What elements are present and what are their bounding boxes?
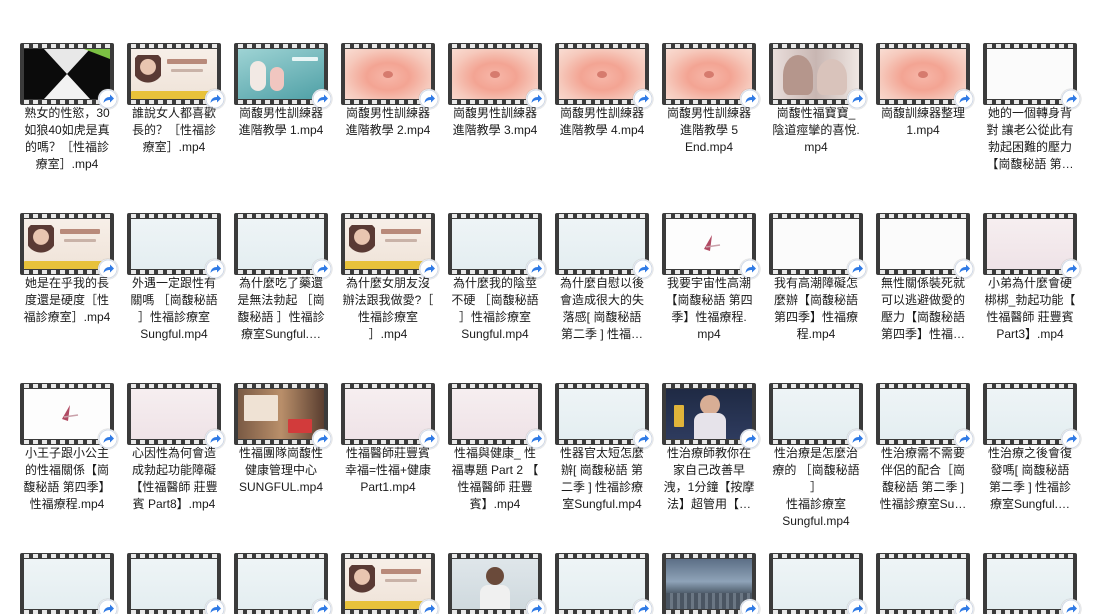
file-name-label: 性器官太短怎麼 辦[ 崗馥秘語 第 二季 ] 性福診療 室Sungful.mp4 — [559, 446, 644, 511]
video-thumbnail[interactable] — [234, 213, 332, 279]
file-name-label: 為什麼自慰以後 會造成很大的失 落感[ 崗馥秘語 第二季 ] 性福… — [559, 276, 644, 341]
file-name-label: 崗馥男性訓練器 進階教學 4.mp4 — [559, 106, 645, 137]
video-thumbnail[interactable] — [769, 383, 867, 449]
shortcut-arrow-icon — [205, 599, 225, 614]
file-name-label: 誰說女人都喜歡 長的？［性福診 療室］.mp4 — [131, 106, 216, 154]
video-thumbnail[interactable] — [662, 553, 760, 614]
file-name-label: 性福醫師莊豐賓 幸福=性福+健康 Part1.mp4 — [344, 446, 432, 494]
video-thumbnail[interactable] — [341, 213, 439, 279]
shortcut-arrow-icon — [633, 599, 653, 614]
file-name-label: 為什麼我的陰莖 不硬 ［崗馥秘語 ］性福診療室 Sungful.mp4 — [451, 276, 539, 341]
shortcut-arrow-icon — [312, 599, 332, 614]
video-thumbnail[interactable] — [234, 553, 332, 614]
video-thumbnail[interactable] — [448, 553, 546, 614]
video-thumbnail[interactable] — [555, 213, 653, 279]
file-name-label: 熟女的性慾，30 如狼40如虎是真 的嗎？［性福診 療室］.mp4 — [24, 106, 110, 171]
video-thumbnail[interactable] — [555, 43, 653, 109]
video-thumbnail[interactable] — [769, 553, 867, 614]
file-name-label: 為什麼女朋友沒 辦法跟我做愛?［ 性福診療室 ］.mp4 — [342, 276, 434, 341]
shortcut-arrow-icon — [1061, 599, 1081, 614]
video-thumbnail[interactable] — [127, 383, 225, 449]
file-name-label: 崗馥男性訓練器 進階教學 2.mp4 — [345, 106, 431, 137]
video-thumbnail[interactable] — [983, 213, 1081, 279]
file-name-label: 崗馥男性訓練器 進階教學 5 End.mp4 — [666, 106, 751, 154]
video-thumbnail[interactable] — [127, 213, 225, 279]
video-thumbnail[interactable] — [983, 553, 1081, 614]
file-name-label: 心因性為何會造 成勃起功能障礙 【性福醫師 莊豐 賓 Part8】.mp4 — [130, 446, 218, 511]
file-name-label: 無性關係裝死就 可以逃避做愛的 壓力【崗馥秘語 第四季】性福… — [880, 276, 965, 341]
file-name-label: 性治療是怎麼治 療的 ［崗馥秘語 ］ 性福診療室 Sungful.mp4 — [772, 446, 860, 528]
video-thumbnail[interactable] — [127, 43, 225, 109]
video-thumbnail[interactable] — [20, 553, 118, 614]
video-thumbnail[interactable] — [769, 213, 867, 279]
video-thumbnail[interactable] — [341, 43, 439, 109]
shortcut-arrow-icon — [954, 599, 974, 614]
shortcut-arrow-icon — [526, 599, 546, 614]
file-name-label: 小王子跟小公主 的性福關係【崗 馥秘語 第四季】 性福療程.mp4 — [23, 446, 111, 511]
file-name-label: 她是在乎我的長 度還是硬度［性 福診療室］.mp4 — [23, 276, 111, 324]
video-thumbnail[interactable] — [876, 553, 974, 614]
video-thumbnail[interactable] — [448, 213, 546, 279]
video-thumbnail[interactable] — [448, 383, 546, 449]
video-thumbnail[interactable] — [876, 383, 974, 449]
video-thumbnail[interactable] — [127, 553, 225, 614]
file-name-label: 崗馥訓練器整理 1.mp4 — [880, 106, 965, 137]
video-thumbnail[interactable] — [341, 383, 439, 449]
video-thumbnail[interactable] — [555, 553, 653, 614]
video-thumbnail[interactable] — [448, 43, 546, 109]
file-name-label: 她的一個轉身背 對 讓老公從此有 勃起困難的壓力 【崗馥秘語 第… — [986, 106, 1074, 171]
file-name-label: 性福團隊崗馥性 健康管理中心 SUNGFUL.mp4 — [238, 446, 324, 494]
video-thumbnail[interactable] — [20, 213, 118, 279]
file-name-label: 崗馥男性訓練器 進階教學 3.mp4 — [452, 106, 538, 137]
file-name-label: 小弟為什麼會硬 梆梆_勃起功能【 性福醫師 莊豐賓 Part3】.mp4 — [984, 276, 1076, 341]
file-grid: 熟女的性慾，30 如狼40如虎是真 的嗎？［性福診 療室］.mp4 誰說女人都喜歡… — [0, 0, 1107, 614]
file-name-label: 性治療之後會復 發嗎[ 崗馥秘語 第二季 ] 性福診 療室Sungful.… — [987, 446, 1072, 511]
video-thumbnail[interactable] — [662, 43, 760, 109]
shortcut-arrow-icon — [419, 599, 439, 614]
video-thumbnail[interactable] — [983, 383, 1081, 449]
video-thumbnail[interactable] — [555, 383, 653, 449]
file-name-label: 外遇一定跟性有 關嗎 ［崗馥秘語 ］性福診療室 Sungful.mp4 — [130, 276, 218, 341]
file-name-label: 崗馥男性訓練器 進階教學 1.mp4 — [238, 106, 324, 137]
shortcut-arrow-icon — [98, 599, 118, 614]
video-thumbnail[interactable] — [234, 43, 332, 109]
file-name-label: 崗馥性福寶寶_ 陰道痙攣的喜悅. mp4 — [772, 106, 860, 154]
file-name-label: 我有高潮障礙怎 麼辦【崗馥秘語 第四季】性福療 程.mp4 — [773, 276, 858, 341]
shortcut-arrow-icon — [847, 599, 867, 614]
video-thumbnail[interactable] — [983, 43, 1081, 109]
file-name-label: 性福與健康_ 性 福專題 Part 2 【 性福醫師 莊豐 賓】.mp4 — [451, 446, 539, 511]
file-name-label: 性治療師教你在 家自己改善早 洩，1分鐘【按摩 法】超管用【… — [663, 446, 755, 511]
shortcut-arrow-icon — [740, 599, 760, 614]
file-name-label: 性治療需不需要 伴侶的配合［崗 馥秘語 第二季 ] 性福診療室Su… — [879, 446, 967, 511]
file-name-label: 我要宇宙性高潮 【崗馥秘語 第四 季】性福療程. mp4 — [665, 276, 753, 341]
video-thumbnail[interactable] — [234, 383, 332, 449]
video-thumbnail[interactable] — [876, 43, 974, 109]
video-thumbnail[interactable] — [20, 383, 118, 449]
video-thumbnail[interactable] — [662, 383, 760, 449]
video-thumbnail[interactable] — [341, 553, 439, 614]
video-thumbnail[interactable] — [20, 43, 118, 109]
video-thumbnail[interactable] — [769, 43, 867, 109]
video-thumbnail[interactable] — [662, 213, 760, 279]
video-thumbnail[interactable] — [876, 213, 974, 279]
file-name-label: 為什麼吃了藥還 是無法勃起 ［崗 馥秘語 ］性福診 療室Sungful.… — [237, 276, 325, 341]
